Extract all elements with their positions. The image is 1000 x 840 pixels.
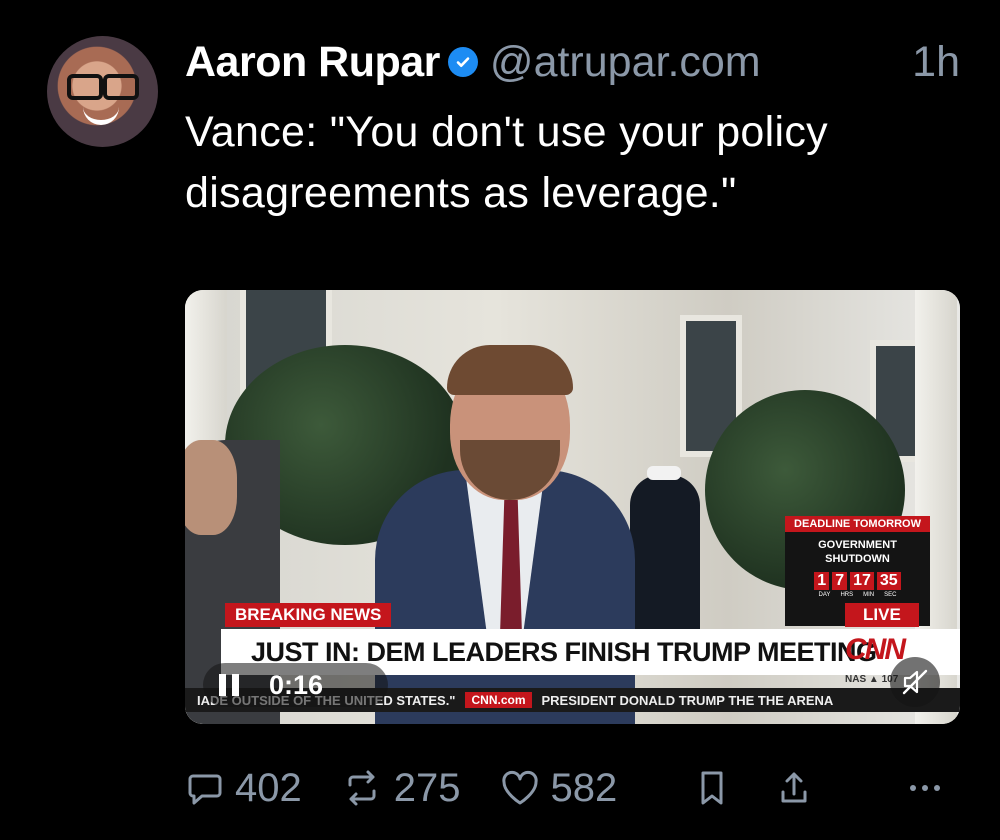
post-timestamp[interactable]: 1h — [912, 38, 960, 87]
more-options-button[interactable] — [905, 768, 955, 808]
repost-count: 275 — [393, 765, 461, 810]
video-controls: 0:16 — [203, 663, 388, 707]
video-player[interactable]: DEADLINE TOMORROW GOVERNMENT SHUTDOWN 1 … — [185, 290, 960, 724]
reply-count: 402 — [235, 765, 302, 810]
repost-button[interactable]: 275 — [340, 766, 461, 811]
author-avatar[interactable] — [47, 36, 158, 147]
video-time: 0:16 — [269, 669, 324, 700]
ticker-site: CNN.com — [465, 692, 532, 708]
pause-icon[interactable] — [219, 674, 239, 696]
video-person-left-head — [185, 440, 237, 535]
countdown-unit: MIN — [863, 592, 875, 598]
post-text: Vance: "You don't use your policy disagr… — [185, 108, 828, 217]
comment-icon — [188, 774, 222, 805]
video-guard — [630, 475, 700, 645]
heart-icon — [501, 770, 538, 805]
countdown-hrs: 7 — [832, 572, 848, 590]
bookmark-button[interactable] — [695, 768, 739, 808]
mute-button[interactable] — [890, 657, 940, 707]
verified-badge-icon — [447, 47, 478, 77]
ellipsis-icon — [910, 785, 940, 791]
countdown-unit: SEC — [884, 592, 897, 598]
shutdown-line-2: SHUTDOWN — [825, 553, 890, 565]
avatar-glasses — [67, 74, 103, 100]
countdown-unit: HRS — [840, 592, 854, 598]
countdown-unit: DAY — [818, 592, 831, 598]
breaking-news-label: BREAKING NEWS — [225, 603, 392, 627]
share-icon — [781, 772, 807, 803]
avatar-glasses — [103, 74, 139, 100]
post-header: Aaron Rupar @atrupar.com 1h — [185, 34, 960, 90]
countdown-units: DAY HRS MIN SEC — [785, 592, 930, 598]
countdown-sec: 35 — [876, 572, 901, 590]
bookmark-icon — [701, 771, 723, 805]
countdown-numbers: 1 7 17 35 — [785, 572, 930, 590]
ticker-text-right: PRESIDENT DONALD TRUMP THE THE ARENA — [541, 692, 834, 708]
like-count: 582 — [550, 765, 618, 810]
shutdown-label: GOVERNMENT SHUTDOWN — [785, 538, 930, 566]
repost-icon — [348, 770, 376, 806]
reply-button[interactable]: 402 — [185, 766, 302, 811]
avatar-smile — [83, 102, 119, 125]
author-name[interactable]: Aaron Rupar — [185, 38, 440, 87]
live-label: LIVE — [845, 603, 919, 627]
like-button[interactable]: 582 — [499, 765, 618, 811]
speaker-muted-icon — [902, 669, 928, 695]
countdown-day: 1 — [814, 572, 830, 590]
countdown-min: 17 — [850, 572, 874, 590]
post-actions: 402 275 582 — [185, 760, 955, 816]
shutdown-line-1: GOVERNMENT — [818, 539, 897, 551]
video-speaker-hair — [447, 345, 573, 395]
author-handle[interactable]: @atrupar.com — [490, 38, 761, 87]
share-button[interactable] — [777, 768, 821, 808]
deadline-label: DEADLINE TOMORROW — [785, 516, 930, 532]
video-guard-cap — [647, 466, 681, 480]
